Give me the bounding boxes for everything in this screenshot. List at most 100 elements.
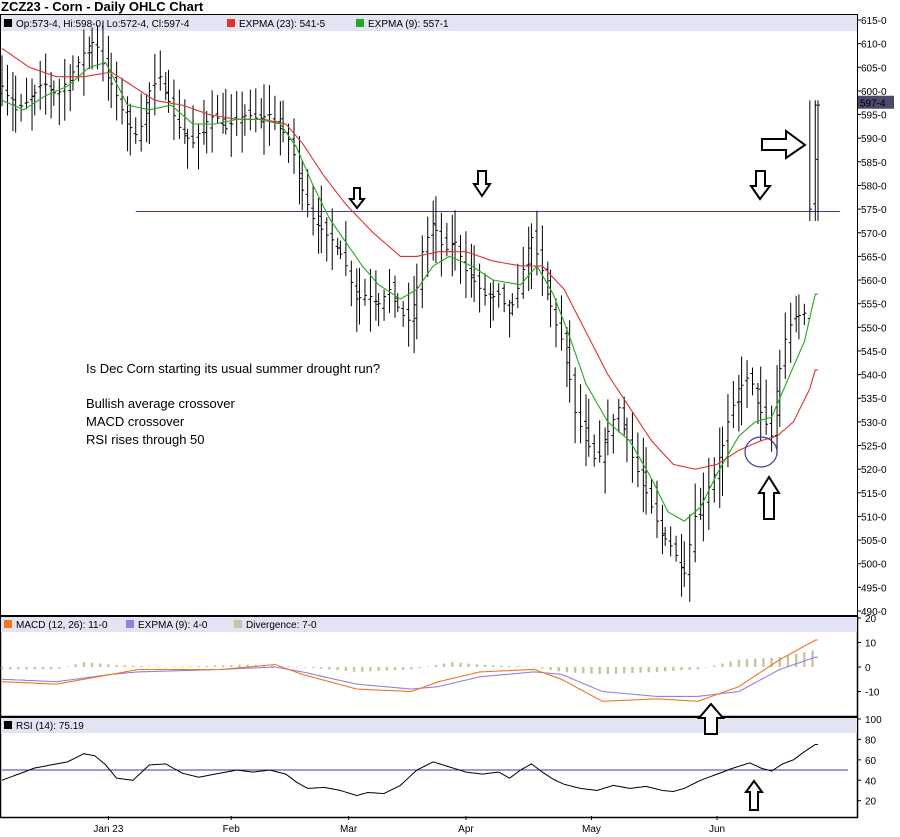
divergence-bar [606,667,610,675]
annotation-rsi: RSI rises through 50 [86,432,205,447]
chart-title: ZCZ23 - Corn - Daily OHLC Chart [1,0,204,14]
price-axis-label: 520-0 [861,465,887,476]
divergence-bar [459,662,462,667]
x-axis-label: May [582,824,601,835]
divergence-bar [303,667,307,668]
price-axis-label: 615-0 [861,16,887,27]
divergence-bar [99,663,102,667]
rsi-axis-label: 20 [865,797,877,808]
divergence-bar [66,666,69,668]
divergence-bar [803,652,806,667]
divergence-bar [532,667,536,668]
price-panel [0,14,858,616]
divergence-bar [639,667,642,673]
divergence-bar [189,666,192,667]
x-axis-label: Jun [709,824,725,835]
price-axis-label: 510-0 [861,512,887,523]
divergence-bar [573,667,577,673]
price-axis-label: 580-0 [861,181,887,192]
price-axis-label: 590-0 [861,134,887,145]
divergence-bar [238,664,241,667]
divergence-bar [565,667,569,673]
divergence-bar [74,664,77,667]
divergence-bar [647,667,650,673]
divergence-bar [524,666,528,668]
divergence-bar [483,664,487,667]
annotation-question: Is Dec Corn starting its usual summer dr… [86,361,380,376]
divergence-bar [148,666,151,667]
divergence-bar [156,666,159,668]
price-axis-label: 525-0 [861,442,887,453]
divergence-bar [344,667,348,671]
divergence-bar [82,662,86,667]
x-axis-label: Feb [223,824,241,835]
divergence-bar [230,665,233,667]
divergence-bar [426,666,429,668]
divergence-bar [623,667,626,674]
divergence-bar [164,667,167,668]
divergence-bar [369,667,372,672]
x-axis-label: Mar [340,824,358,835]
divergence-bar [582,667,585,674]
chart: ZCZ23 - Corn - Daily OHLC Chart Op:573-4… [0,0,894,835]
divergence-bar [107,664,110,667]
rsi-axis-label: 60 [865,756,877,767]
divergence-bar [213,665,217,667]
divergence-bar [590,667,593,674]
last-price-label: 597-4 [860,99,886,110]
divergence-bar [704,667,708,668]
divergence-bar [361,667,364,672]
divergence-bar [295,666,298,668]
price-axis-label: 570-0 [861,229,887,240]
macd-axis-label: 10 [865,639,877,650]
price-axis-label: 505-0 [861,536,887,547]
divergence-bar [0,667,4,670]
x-axis-label: Apr [458,824,474,835]
divergence-bar [139,665,143,667]
macd-axis-label: 20 [865,614,877,625]
divergence-bar [655,667,659,672]
divergence-bar [172,666,176,668]
divergence-bar [131,665,135,667]
divergence-bar [598,667,601,675]
rsi-legend: RSI (14): 75.19 [4,721,84,732]
legend-swatch-ohlc [4,19,12,27]
divergence-bar [17,667,20,670]
divergence-bar [721,663,724,667]
divergence-bar [123,665,127,667]
legend-ema9: EXPMA (9): 557-1 [368,19,449,30]
divergence-bar [311,667,315,668]
divergence-bar [328,667,331,670]
legend-swatch-rsi [4,721,12,729]
divergence-bar [614,667,618,674]
price-axis-label: 515-0 [861,489,887,500]
divergence-bar [393,667,397,671]
divergence-bar [336,667,339,671]
price-axis-label: 605-0 [861,63,887,74]
divergence-bar [680,667,683,671]
legend-swatch-divergence [234,620,242,628]
divergence-bar [33,667,36,670]
price-axis-label: 555-0 [861,300,887,311]
divergence-bar [754,658,757,667]
divergence-bar [442,663,446,667]
divergence-bar [41,667,45,670]
divergence-bar [663,667,667,672]
legend-divergence: Divergence: 7-0 [246,620,317,631]
divergence-bar [475,664,479,667]
divergence-bar [557,667,560,672]
rsi-axis-label: 40 [865,776,877,787]
annotation-crossover: Bullish average crossover [86,396,236,411]
divergence-bar [90,662,94,667]
price-axis-label: 575-0 [861,205,887,216]
price-axis-label: 560-0 [861,276,887,287]
divergence-bar [25,667,28,670]
price-axis-label: 610-0 [861,40,887,51]
divergence-bar [385,667,389,671]
divergence-bar [541,667,544,669]
divergence-bar [320,667,323,669]
divergence-bar [352,667,356,672]
rsi-axis-label: 100 [865,715,882,726]
divergence-bar [287,666,290,667]
divergence-bar [508,665,511,667]
